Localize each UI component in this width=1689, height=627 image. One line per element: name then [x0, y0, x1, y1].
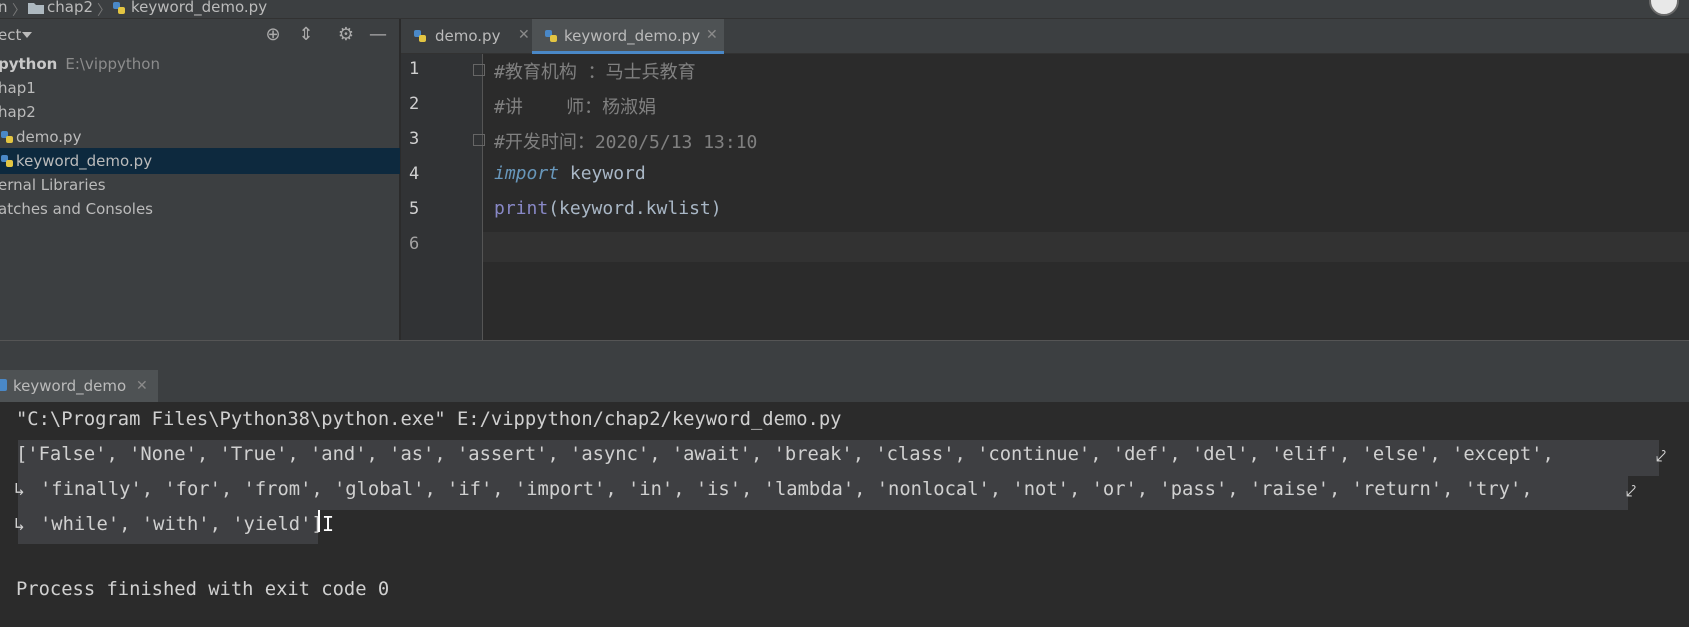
- tree-item-label: python: [0, 55, 58, 73]
- tab-label: demo.py: [435, 27, 501, 45]
- tree-item-project-root[interactable]: python E:\vippython: [0, 51, 400, 77]
- breadcrumb-separator: 〉: [12, 3, 26, 19]
- tree-item-chap2[interactable]: hap2: [0, 99, 400, 125]
- breadcrumb-item-file[interactable]: keyword_demo.py: [131, 0, 267, 16]
- code-line-4: import keyword: [494, 163, 646, 184]
- tree-item-label: demo.py: [16, 128, 82, 146]
- line-number: 6: [409, 234, 420, 254]
- tree-item-label: atches and Consoles: [0, 200, 153, 218]
- tree-item-label: hap1: [0, 79, 36, 97]
- python-file-icon: [1, 155, 13, 167]
- project-panel-header: ect ⊕ ⇕ ⚙ —: [0, 19, 400, 51]
- tree-item-external-libraries[interactable]: ernal Libraries: [0, 172, 400, 198]
- tree-item-label: hap2: [0, 103, 36, 121]
- tree-item-scratches[interactable]: atches and Consoles: [0, 196, 400, 222]
- code-editor[interactable]: 1 2 3 4 5 6 #教育机构 ：马士兵教育 #讲 师：杨淑娟 #开发时间：…: [401, 54, 1689, 340]
- soft-wrap-icon: ↳: [14, 479, 25, 500]
- soft-wrap-icon: ⤦: [1626, 481, 1637, 502]
- tree-item-label: ernal Libraries: [0, 176, 106, 194]
- chevron-down-icon[interactable]: [22, 32, 32, 38]
- run-console[interactable]: "C:\Program Files\Python38\python.exe" E…: [0, 402, 1689, 627]
- line-number: 3: [409, 129, 420, 149]
- run-config-icon: [0, 379, 7, 391]
- tree-item-keyword-demo-py[interactable]: keyword_demo.py: [0, 148, 400, 174]
- code-text: (keyword.kwlist): [548, 198, 722, 219]
- code-line-2: #讲 师：杨淑娟: [494, 97, 657, 118]
- tab-label: keyword_demo.py: [564, 27, 701, 45]
- code-text: keyword: [559, 163, 646, 184]
- python-file-icon: [545, 30, 557, 42]
- code-line-1: #教育机构 ：马士兵教育: [494, 62, 696, 83]
- run-tab-keyword-demo[interactable]: keyword_demo ✕: [0, 370, 158, 402]
- run-tab-bar: keyword_demo ✕: [0, 370, 1689, 402]
- import-keyword: import: [494, 163, 560, 184]
- tab-demo-py[interactable]: demo.py ✕: [413, 19, 530, 54]
- gear-icon[interactable]: ⚙: [336, 25, 356, 45]
- collapse-all-icon[interactable]: ⇕: [296, 25, 316, 45]
- soft-wrap-icon: ↳: [14, 514, 25, 535]
- hide-panel-icon[interactable]: —: [368, 25, 388, 45]
- editor-tab-bar: demo.py ✕ keyword_demo.py ✕: [401, 19, 1689, 54]
- console-output-line: 'finally', 'for', 'from', 'global', 'if'…: [40, 479, 1544, 500]
- python-file-icon: [414, 30, 426, 42]
- run-tab-label: keyword_demo: [13, 377, 127, 395]
- soft-wrap-icon: ⤦: [1656, 446, 1667, 467]
- line-number: 4: [409, 164, 420, 184]
- line-number: 2: [409, 94, 420, 114]
- tree-item-path: E:\vippython: [65, 55, 160, 73]
- line-number: 5: [409, 199, 420, 219]
- fold-icon[interactable]: [473, 134, 485, 146]
- code-line-3: #开发时间：2020/5/13 13:10: [494, 132, 758, 153]
- python-file-icon: [1, 131, 13, 143]
- console-command-line: "C:\Program Files\Python38\python.exe" E…: [16, 409, 842, 430]
- console-output-line: 'while', 'with', 'yield']: [40, 514, 323, 535]
- close-icon[interactable]: ✕: [518, 27, 530, 43]
- line-number: 1: [409, 59, 420, 79]
- project-view-selector[interactable]: ect: [0, 26, 21, 44]
- print-builtin: print: [494, 198, 549, 219]
- avatar[interactable]: [1649, 0, 1679, 16]
- tree-item-demo-py[interactable]: demo.py: [0, 124, 400, 150]
- text-caret: [318, 510, 320, 532]
- breadcrumb-item-chap2[interactable]: chap2: [47, 0, 93, 16]
- locate-icon[interactable]: ⊕: [263, 25, 283, 45]
- panel-splitter[interactable]: [0, 340, 1689, 370]
- fold-icon[interactable]: [473, 64, 485, 76]
- tree-item-chap1[interactable]: hap1: [0, 75, 400, 101]
- breadcrumb: n 〉 chap2 〉 keyword_demo.py: [0, 0, 1689, 19]
- close-icon[interactable]: ✕: [706, 27, 718, 43]
- console-exit-line: Process finished with exit code 0: [16, 579, 390, 600]
- breadcrumb-separator: 〉: [97, 3, 111, 19]
- project-panel: ect ⊕ ⇕ ⚙ — python E:\vippython hap1 hap2…: [0, 19, 400, 370]
- line-number-gutter: 1 2 3 4 5 6: [401, 54, 483, 340]
- code-line-5: print(keyword.kwlist): [494, 198, 722, 219]
- tab-keyword-demo-py[interactable]: keyword_demo.py ✕: [532, 19, 724, 54]
- breadcrumb-item-root[interactable]: n: [0, 0, 8, 16]
- close-icon[interactable]: ✕: [136, 378, 148, 394]
- ibeam-cursor-icon: I: [322, 512, 335, 536]
- tree-item-label: keyword_demo.py: [16, 152, 153, 170]
- folder-icon: [28, 3, 44, 14]
- current-line-highlight: [401, 232, 1689, 262]
- python-file-icon: [113, 2, 125, 14]
- console-output-line: ['False', 'None', 'True', 'and', 'as', '…: [16, 444, 1566, 465]
